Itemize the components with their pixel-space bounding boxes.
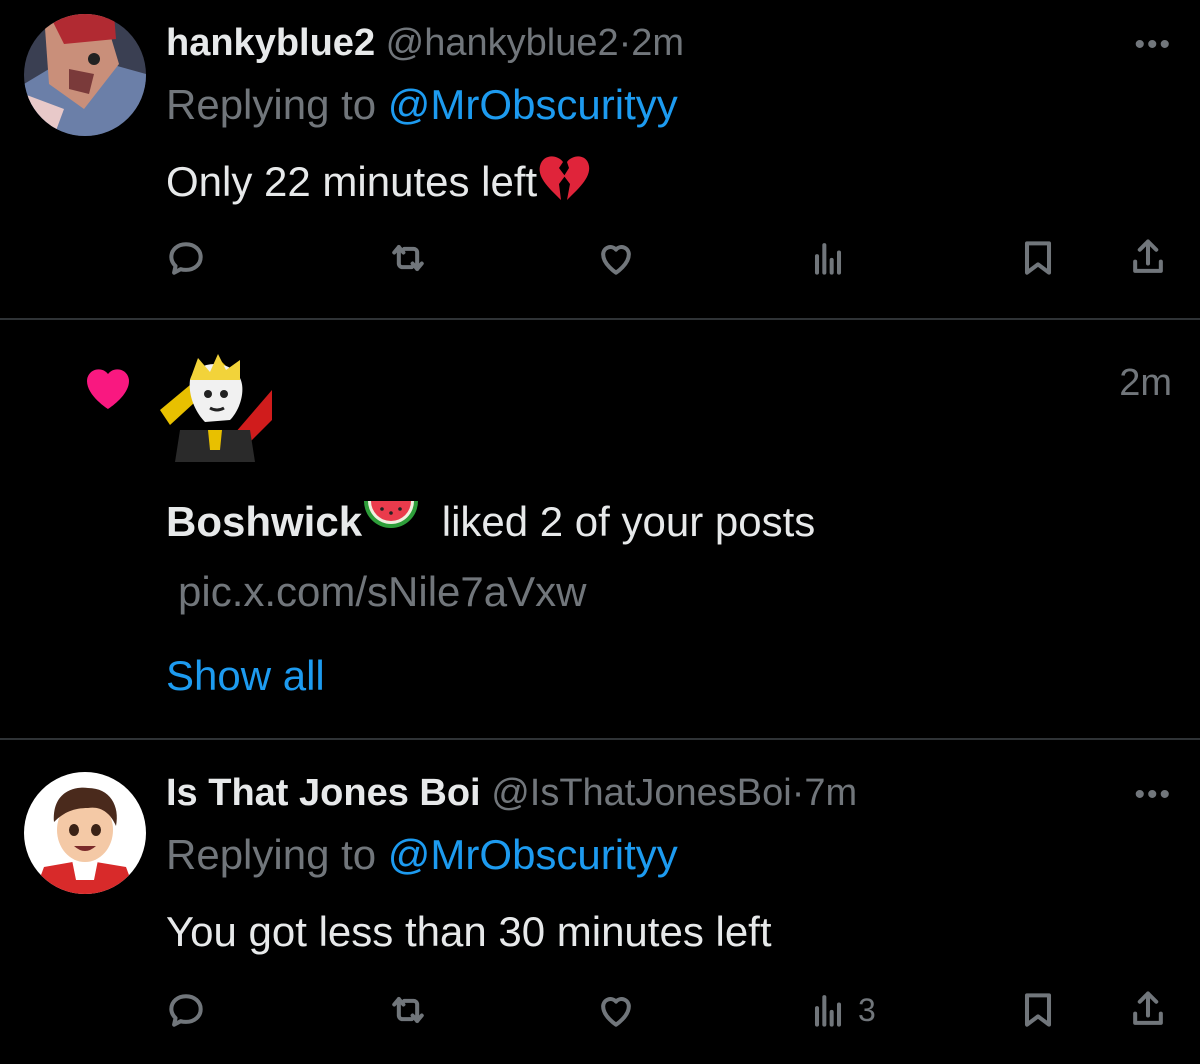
reply-icon xyxy=(169,994,203,1027)
notification-text: Boshwick liked 2 of your posts xyxy=(166,496,815,553)
mention-link[interactable]: @MrObscurityy xyxy=(388,81,678,128)
heart-icon xyxy=(80,360,136,416)
bookmark-icon xyxy=(1024,241,1052,275)
share-icon xyxy=(1133,239,1163,273)
notification-time: 2m xyxy=(1119,362,1172,404)
reply-button[interactable] xyxy=(164,236,208,280)
reply-button[interactable] xyxy=(164,988,208,1032)
bookmark-button[interactable] xyxy=(1016,236,1060,280)
like-notification[interactable]: 2m Boshwick liked 2 of your posts pic.x.… xyxy=(0,320,1200,740)
views-icon xyxy=(814,243,842,275)
show-all-link[interactable]: Show all xyxy=(166,650,325,702)
like-button[interactable] xyxy=(594,988,638,1032)
separator: · xyxy=(618,22,632,64)
views-button[interactable]: 3 xyxy=(806,988,876,1032)
separator: · xyxy=(791,772,805,814)
repost-icon xyxy=(392,996,424,1024)
action-text: liked 2 of your posts xyxy=(441,498,816,545)
post-text: You got less than 30 minutes left xyxy=(166,908,772,955)
share-button[interactable] xyxy=(1126,988,1170,1032)
more-options-icon[interactable]: ••• xyxy=(1134,780,1172,810)
more-options-icon[interactable]: ••• xyxy=(1134,30,1172,60)
share-icon xyxy=(1133,991,1163,1025)
bookmark-icon xyxy=(1024,993,1052,1027)
replying-label: Replying to xyxy=(166,831,377,878)
reply-icon xyxy=(169,242,203,275)
post-text-content: Only 22 minutes left xyxy=(166,158,538,206)
handle[interactable]: @hankyblue2 xyxy=(386,22,619,64)
share-button[interactable] xyxy=(1126,236,1170,280)
reply-post-isthatjonesboi[interactable]: Is That Jones Boi @IsThatJonesBoi·7m •••… xyxy=(0,740,1200,1064)
views-icon xyxy=(814,995,842,1027)
replying-label: Replying to xyxy=(166,81,377,128)
repost-button[interactable] xyxy=(386,236,430,280)
avatar[interactable] xyxy=(24,14,146,136)
views-count: 3 xyxy=(858,991,876,1028)
heart-outline-icon xyxy=(601,245,631,275)
bookmark-button[interactable] xyxy=(1016,988,1060,1032)
views-button[interactable] xyxy=(806,236,858,280)
repost-button[interactable] xyxy=(386,988,430,1032)
avatar[interactable] xyxy=(24,772,146,894)
like-button[interactable] xyxy=(594,236,638,280)
handle[interactable]: @IsThatJonesBoi xyxy=(491,772,792,814)
display-name[interactable]: hankyblue2 xyxy=(166,22,375,64)
media-link[interactable]: pic.x.com/sNile7aVxw xyxy=(178,566,586,618)
broken-heart-icon xyxy=(537,154,591,216)
timestamp[interactable]: 7m xyxy=(804,772,857,814)
replying-to: Replying to @MrObscurityy xyxy=(166,80,678,130)
post-header: hankyblue2 @hankyblue2·2m xyxy=(166,20,684,66)
mention-link[interactable]: @MrObscurityy xyxy=(388,831,678,878)
post-header: Is That Jones Boi @IsThatJonesBoi·7m xyxy=(166,770,857,816)
watermelon-icon xyxy=(362,497,420,553)
reply-post-hankyblue2[interactable]: hankyblue2 @hankyblue2·2m ••• Replying t… xyxy=(0,0,1200,320)
display-name[interactable]: Is That Jones Boi xyxy=(166,772,481,814)
replying-to: Replying to @MrObscurityy xyxy=(166,830,678,880)
actor-name[interactable]: Boshwick xyxy=(166,498,362,545)
repost-icon xyxy=(392,244,424,272)
heart-outline-icon xyxy=(601,997,631,1027)
timestamp[interactable]: 2m xyxy=(631,22,684,64)
post-text: Only 22 minutes left xyxy=(166,154,591,216)
avatar[interactable] xyxy=(160,350,272,462)
